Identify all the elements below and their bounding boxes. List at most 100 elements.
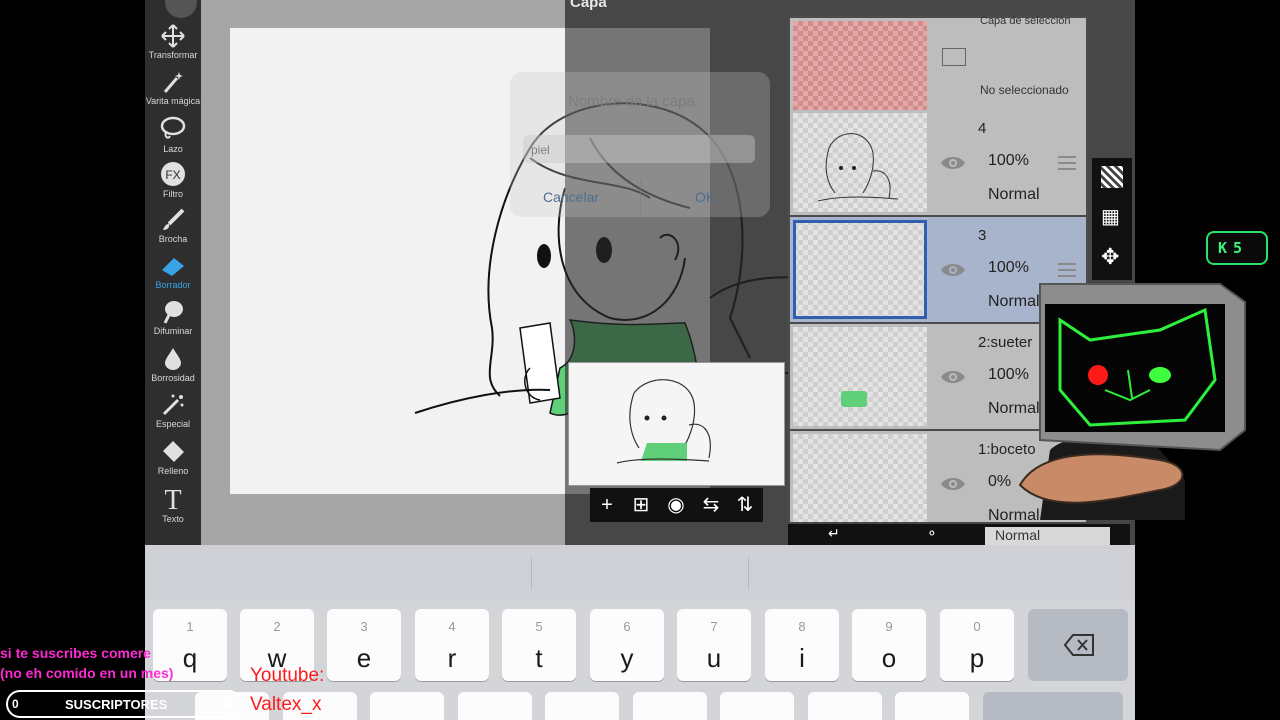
eraser-icon [162,258,184,276]
key-letter: t [535,643,543,673]
key-j[interactable] [720,692,794,720]
camera-icon[interactable]: ◉ [665,494,687,516]
add-layer-icon[interactable]: + [596,494,618,516]
fx-icon: FX [161,162,185,186]
kitty-count: 5 [1233,239,1249,257]
tool-text[interactable]: T Texto [145,484,201,524]
predictive-divider [531,557,532,589]
key-t[interactable]: 5t [502,609,576,681]
dialog-divider [640,180,641,216]
key-l[interactable] [895,692,969,720]
layer-side-tools: ▦ ✥ [1092,158,1132,280]
add-image-layer-icon[interactable]: ⊞ [630,494,652,516]
tool-blur[interactable]: Borrosidad [145,347,201,383]
key-h[interactable] [633,692,707,720]
layer-blend-mode: Normal [988,186,1040,203]
tool-fill[interactable]: Relleno [145,440,201,476]
key-number: 1 [186,619,194,634]
eye-icon[interactable] [940,261,966,279]
cancel-button[interactable]: Cancelar [543,189,599,205]
key-letter: i [799,643,805,673]
key-number: 9 [885,619,893,634]
subscriber-label: SUSCRIPTORES [65,697,168,712]
tool-transform[interactable]: Transformar [145,24,201,60]
backspace-key[interactable] [1028,609,1128,681]
move-icon [161,24,185,48]
layer-row[interactable]: 4 100% Normal [790,110,1086,215]
key-number: 2 [273,619,281,634]
drag-handle-icon[interactable] [1058,156,1076,174]
tool-magic-wand[interactable]: Varita mágica [145,70,201,106]
smudge-icon [163,301,183,324]
key-u[interactable]: 7u [677,609,751,681]
predictive-bar [145,545,1135,600]
selection-layer-row[interactable]: Capa de selección No seleccionado [790,16,1086,123]
k-logo-icon: K [1218,239,1234,257]
eye-icon[interactable] [940,154,966,172]
text-icon: T [164,485,181,512]
checker-icon[interactable] [1101,166,1123,188]
magic-wand-icon [163,72,183,93]
tool-eraser[interactable]: Borrador [145,254,201,290]
layer-thumbnail [793,220,927,319]
key-r[interactable]: 4r [415,609,489,681]
layer-name-value: piel [531,143,550,157]
key-p[interactable]: 0p [940,609,1014,681]
tool-label: Borrosidad [151,373,195,383]
tool-smudge[interactable]: Difuminar [145,300,201,336]
layer-thumbnail [793,434,927,522]
fill-bucket-icon [163,441,184,462]
layer-name: 4 [978,120,987,137]
key-letter: u [706,643,722,673]
key-number: 4 [448,619,456,634]
toolbar-top-button[interactable] [165,0,197,18]
eye-icon[interactable] [940,368,966,386]
move-layer-icon[interactable]: ✥ [1101,244,1119,270]
tool-label: Filtro [163,189,183,199]
key-i[interactable]: 8i [765,609,839,681]
return-key[interactable] [983,692,1123,720]
eye-icon[interactable] [940,475,966,493]
layer-name-input[interactable] [523,135,755,163]
drag-handle-icon[interactable] [1058,263,1076,281]
key-number: 8 [798,619,806,634]
ok-button[interactable]: OK [695,189,715,205]
kitty-badge-count: K5 [1218,239,1248,257]
key-k[interactable] [808,692,882,720]
tool-filter[interactable]: FX Filtro [145,161,201,199]
subscriber-goal: 30 [220,697,234,711]
key-letter: r [447,643,457,673]
tool-brush[interactable]: Brocha [145,208,201,244]
special-wand-icon [162,394,184,416]
key-g[interactable] [545,692,619,720]
ipad-screen: Transformar Varita mágica Lazo FX Filtro… [145,0,1135,720]
key-y[interactable]: 6y [590,609,664,681]
blend-mode-select[interactable]: Normal [985,527,1110,547]
key-number: 5 [535,619,543,634]
flip-vertical-icon[interactable]: ⇅ [734,494,756,516]
svg-text:T: T [164,485,181,512]
clipping-icon[interactable]: ↵ [828,525,840,542]
tool-special[interactable]: Especial [145,393,201,429]
tool-sidebar: Transformar Varita mágica Lazo FX Filtro… [145,0,201,545]
selection-rect-icon [942,48,966,66]
layer-convert-icon[interactable]: ▦ [1101,204,1120,229]
key-d[interactable] [370,692,444,720]
key-f[interactable] [458,692,532,720]
layer-panel-title: Capa [570,0,607,11]
flip-horizontal-icon[interactable]: ⇆ [700,494,722,516]
preview-drawing [616,379,711,464]
key-e[interactable]: 3e [327,609,401,681]
tool-label: Borrador [155,280,191,290]
lock-alpha-icon[interactable]: ⚬ [926,525,938,542]
brush-icon [163,208,185,230]
tool-label: Lazo [163,144,183,154]
svg-text:FX: FX [165,168,180,182]
tool-lasso[interactable]: Lazo [145,116,201,154]
layer-opacity: 0% [988,473,1012,490]
promo-line-1: si te suscribes comere [0,645,151,661]
layer-opacity: 100% [988,259,1029,276]
layer-thumbnail [793,21,927,120]
promo-line-2: (no eh comido en un mes) [0,665,174,681]
key-o[interactable]: 9o [852,609,926,681]
